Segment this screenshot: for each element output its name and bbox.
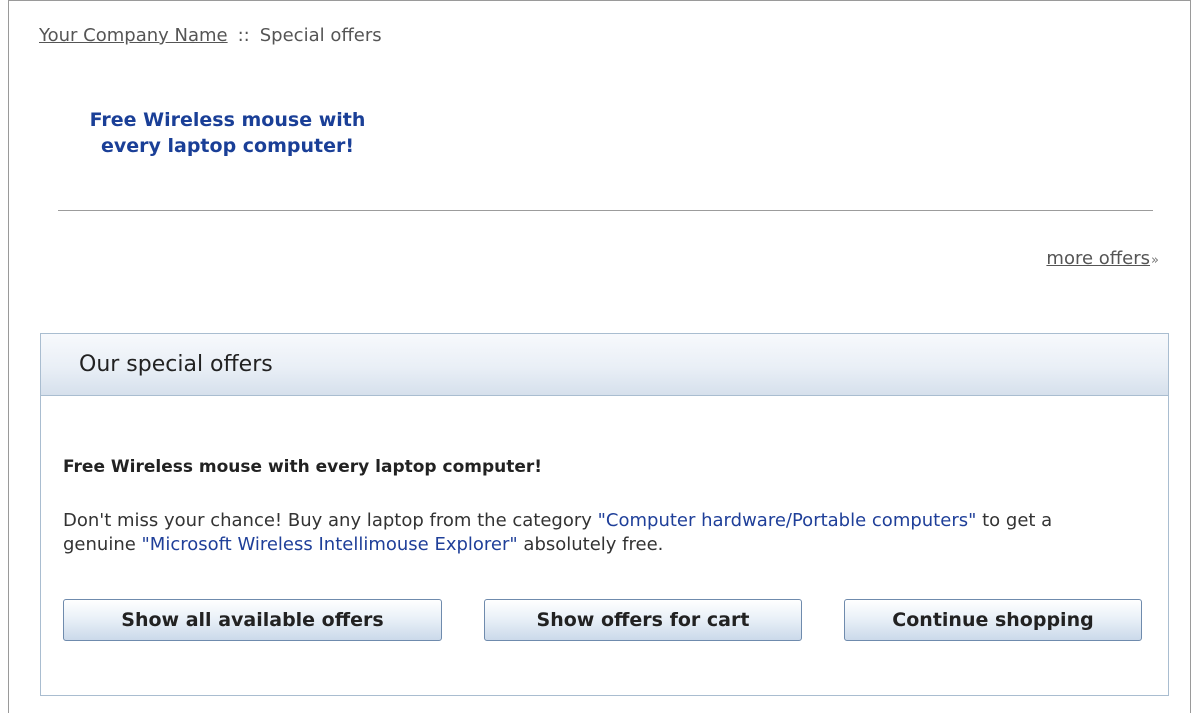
show-offers-for-cart-button[interactable]: Show offers for cart [484,599,802,641]
divider [58,210,1153,211]
offer-title: Free Wireless mouse with every laptop co… [63,457,543,477]
breadcrumb-separator: :: [237,25,250,46]
offer-text-part-3: absolutely free. [517,534,664,555]
special-offers-panel: Our special offers Free Wireless mouse w… [40,333,1169,696]
category-link[interactable]: "Computer hardware/Portable computers" [598,510,977,531]
offer-description: Don't miss your chance! Buy any laptop f… [63,509,1123,557]
product-link[interactable]: "Microsoft Wireless Intellimouse Explore… [142,534,518,555]
breadcrumb-current: Special offers [259,25,382,46]
promo-title-line-1: Free Wireless mouse with [89,109,366,131]
more-offers: more offers» [1046,248,1159,269]
continue-shopping-button[interactable]: Continue shopping [844,599,1142,641]
more-offers-link[interactable]: more offers [1046,248,1150,269]
breadcrumb-home-link[interactable]: Your Company Name [39,25,228,46]
panel-header: Our special offers [41,334,1168,396]
breadcrumb: Your Company Name:: Special offers [39,25,382,46]
promo-title[interactable]: Free Wireless mouse with every laptop co… [55,107,400,159]
promo-title-line-2: every laptop computer! [100,135,355,157]
double-chevron-right-icon: » [1151,253,1159,268]
offer-text-part-1: Don't miss your chance! Buy any laptop f… [63,510,598,531]
show-all-offers-button[interactable]: Show all available offers [63,599,442,641]
